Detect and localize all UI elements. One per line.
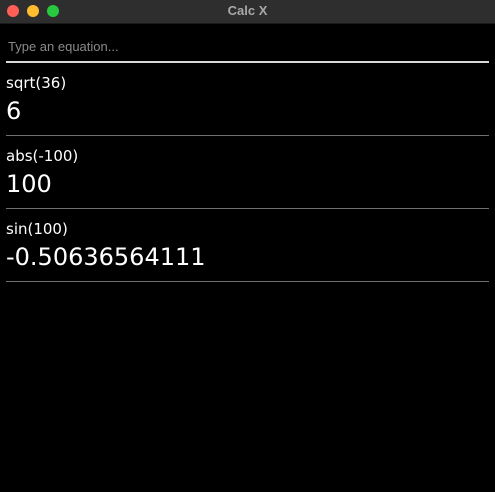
result-value: 100 (6, 170, 52, 198)
result-expression: sqrt(36) (6, 74, 67, 92)
result-expression: sin(100) (6, 220, 68, 238)
results-list: sqrt(36) 6 abs(-100) 100 sin(100) -0.506… (6, 63, 489, 282)
window-title: Calc X (227, 3, 268, 18)
result-item[interactable]: abs(-100) 100 (6, 136, 489, 209)
result-value: 6 (6, 97, 22, 125)
result-expression: abs(-100) (6, 147, 79, 165)
app-window: Calc X sqrt(36) 6 abs(-100) 100 sin(100)… (0, 0, 495, 492)
title-bar: Calc X (0, 0, 495, 24)
result-value: -0.50636564111 (6, 243, 206, 271)
result-item[interactable]: sqrt(36) 6 (6, 63, 489, 136)
equation-input[interactable] (6, 32, 489, 60)
result-item[interactable]: sin(100) -0.50636564111 (6, 209, 489, 282)
